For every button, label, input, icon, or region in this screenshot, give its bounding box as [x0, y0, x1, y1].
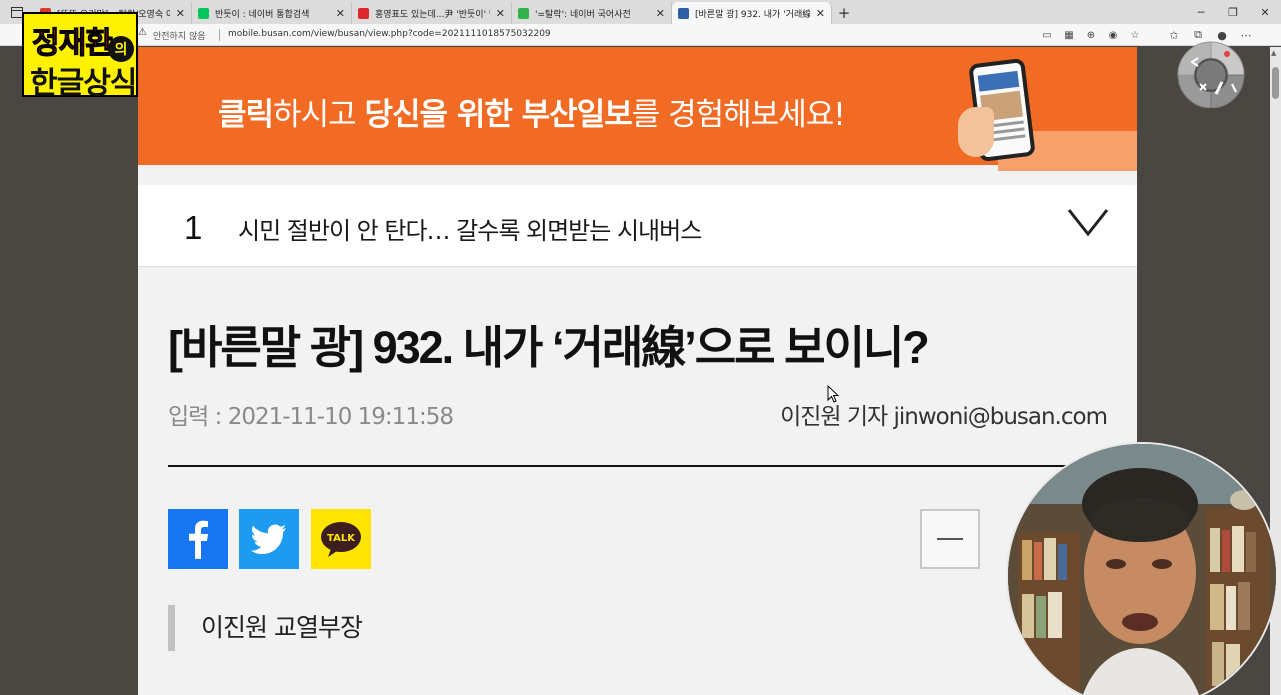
tab-close-icon[interactable]: ✕ [176, 7, 185, 20]
minus-icon [937, 538, 963, 540]
favorite-star-icon[interactable]: ☆ [1124, 26, 1146, 44]
naver-favicon-icon [198, 7, 209, 19]
article-date: 입력 : 2021-11-10 19:11:58 [168, 404, 454, 430]
presenter-video-icon [1008, 444, 1276, 695]
hand-illustration-icon [958, 107, 994, 157]
scroll-thumb[interactable] [1272, 67, 1279, 99]
article-headline: [바른말 광] 932. 내가 ‘거래線’으로 보이니? [168, 322, 930, 373]
tab-label: '=탈락': 네이버 국어사전 [535, 9, 631, 20]
tab-close-icon[interactable]: ✕ [816, 7, 825, 20]
tab-label: [바른말 광] 932. 내가 '거래線'으로 [695, 9, 810, 20]
close-window-icon[interactable]: ✕ [1249, 0, 1281, 24]
scroll-up-arrow-icon[interactable]: ▲ [1271, 49, 1276, 57]
restore-icon[interactable]: ❐ [1217, 0, 1249, 24]
url-field[interactable]: mobile.busan.com/view/busan/view.php?cod… [228, 29, 551, 39]
radial-menu-widget[interactable] [1172, 36, 1250, 108]
zoom-icon[interactable]: ⊕ [1080, 26, 1102, 44]
dictionary-favicon-icon [518, 7, 529, 19]
svg-text:TALK: TALK [327, 533, 356, 544]
twitter-icon [251, 524, 286, 554]
app-available-icon[interactable]: ▦ [1058, 26, 1080, 44]
banner-text: 클릭하시고 당신을 위한 부산일보를 경험해보세요! [218, 97, 846, 133]
tab-close-icon[interactable]: ✕ [656, 7, 665, 20]
channel-logo: 정재환 의 한글상식 [22, 12, 138, 101]
web-page: 클릭하시고 당신을 위한 부산일보를 경험해보세요! 1 시민 절반이 안 탄다… [138, 47, 1137, 695]
address-bar: ⚠ 안전하지 않음 mobile.busan.com/view/busan/vi… [0, 24, 1281, 46]
ranking-number: 1 [184, 209, 203, 246]
browser-tab-4[interactable]: '=탈락': 네이버 국어사전 ✕ [512, 2, 672, 24]
logo-line-2: 한글상식 [30, 66, 137, 101]
browser-tab-3[interactable]: 홍영표도 있는데...尹 '반듯이' 방 ✕ [352, 2, 512, 24]
browser-tab-bar: [뚜뚜 오리맛] =탈락/오영숙 어트 ✕ 반듯이 : 네이버 통합검색 ✕ 홍… [0, 0, 1281, 24]
mouse-cursor-icon [827, 385, 839, 403]
tab-label: 홍영표도 있는데...尹 '반듯이' 방 [375, 9, 490, 20]
kakaotalk-icon: TALK [321, 522, 361, 557]
divider [168, 465, 1108, 467]
tab-close-icon[interactable]: ✕ [336, 7, 345, 20]
read-aloud-icon[interactable]: ▭ [1036, 26, 1058, 44]
ranking-title[interactable]: 시민 절반이 안 탄다… 갈수록 외면받는 시내버스 [238, 211, 702, 246]
minimize-icon[interactable]: ─ [1185, 0, 1217, 24]
logo-line-1: 정재환 [32, 26, 114, 62]
warning-icon[interactable]: ⚠ [138, 27, 147, 38]
new-tab-button[interactable]: + [832, 2, 856, 24]
browser-tab-2[interactable]: 반듯이 : 네이버 통합검색 ✕ [192, 2, 352, 24]
browser-tab-active[interactable]: [바른말 광] 932. 내가 '거래線'으로 ✕ [672, 2, 832, 24]
tracking-prevention-icon[interactable]: ◉ [1102, 26, 1124, 44]
font-size-decrease-button[interactable] [920, 509, 980, 569]
facebook-share-button[interactable] [168, 509, 228, 569]
twitter-share-button[interactable] [239, 509, 299, 569]
article-byline: 이진원 교열부장 [168, 605, 363, 651]
ad-banner[interactable]: 클릭하시고 당신을 위한 부산일보를 경험해보세요! [138, 47, 1137, 171]
busan-favicon-icon [678, 7, 689, 19]
tab-close-icon[interactable]: ✕ [496, 7, 505, 20]
divider [219, 29, 220, 41]
security-status[interactable]: 안전하지 않음 [153, 29, 206, 42]
chevron-down-icon[interactable] [1066, 207, 1110, 239]
webcam-overlay [1006, 442, 1278, 695]
news-favicon-icon [358, 7, 369, 19]
facebook-icon [189, 520, 208, 559]
ranking-bar[interactable]: 1 시민 절반이 안 탄다… 갈수록 외면받는 시내버스 [138, 185, 1137, 267]
tab-label: 반듯이 : 네이버 통합검색 [215, 9, 310, 20]
kakaotalk-share-button[interactable]: TALK [311, 509, 371, 569]
